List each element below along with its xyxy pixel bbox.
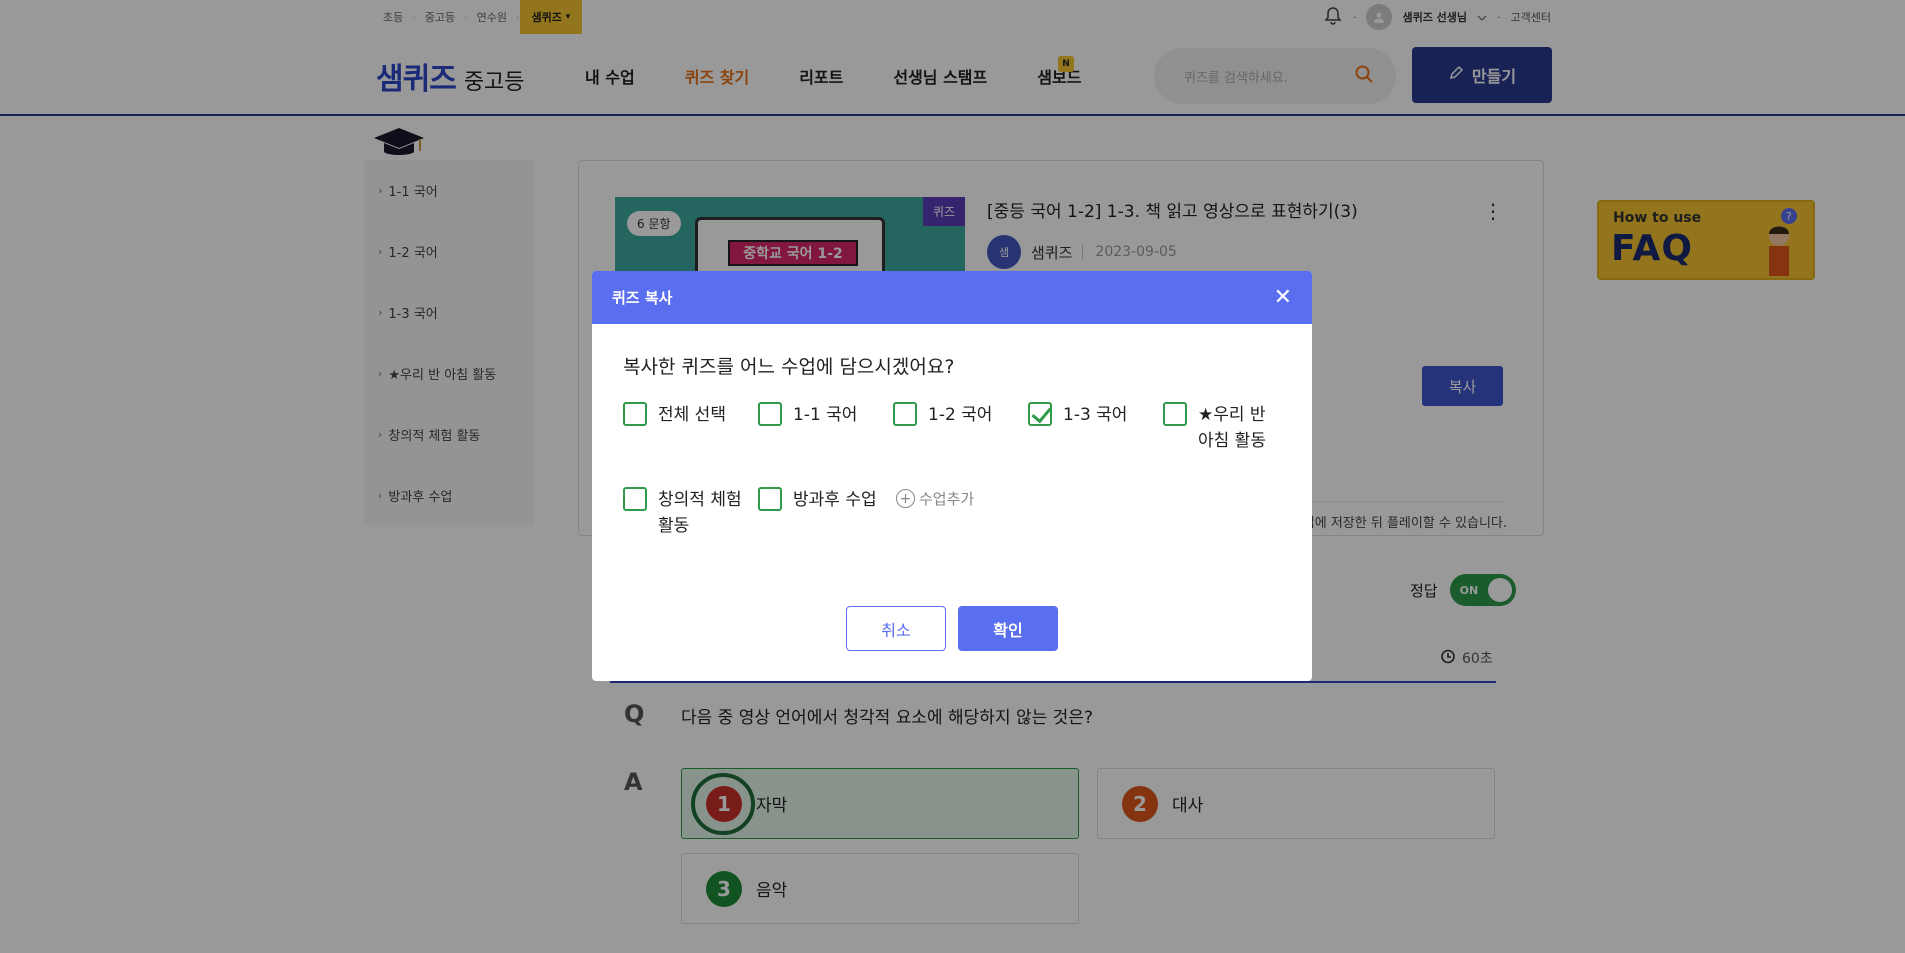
checkbox-class-1-2[interactable]: 1-2 국어 xyxy=(893,402,992,428)
checkbox-select-all[interactable]: 전체 선택 xyxy=(623,402,726,428)
checkbox-class-creative[interactable]: 창의적 체험 활동 xyxy=(623,487,744,539)
cancel-button[interactable]: 취소 xyxy=(846,606,946,651)
confirm-button[interactable]: 확인 xyxy=(958,606,1058,651)
checkbox-box[interactable] xyxy=(1163,402,1187,426)
modal-question: 복사한 퀴즈를 어느 수업에 담으시겠어요? xyxy=(623,356,955,378)
checkbox-class-1-3[interactable]: 1-3 국어 xyxy=(1028,402,1127,428)
close-icon[interactable]: ✕ xyxy=(1274,286,1292,309)
copy-quiz-modal: 퀴즈 복사 ✕ 복사한 퀴즈를 어느 수업에 담으시겠어요? 전체 선택 1-1… xyxy=(592,271,1312,681)
modal-header: 퀴즈 복사 ✕ xyxy=(592,271,1312,324)
checkbox-class-morning[interactable]: ★우리 반 아침 활동 xyxy=(1163,402,1270,454)
checkbox-box[interactable] xyxy=(758,487,782,511)
checkbox-box[interactable] xyxy=(623,487,647,511)
checkbox-class-afterschool[interactable]: 방과후 수업 xyxy=(758,487,877,513)
checkbox-box[interactable] xyxy=(623,402,647,426)
add-class-button[interactable]: + 수업추가 xyxy=(896,488,974,509)
checkbox-class-1-1[interactable]: 1-1 국어 xyxy=(758,402,857,428)
checkbox-box[interactable] xyxy=(758,402,782,426)
plus-icon: + xyxy=(896,489,915,508)
checkbox-box-checked[interactable] xyxy=(1028,402,1052,426)
checkbox-box[interactable] xyxy=(893,402,917,426)
modal-title: 퀴즈 복사 xyxy=(612,289,673,307)
